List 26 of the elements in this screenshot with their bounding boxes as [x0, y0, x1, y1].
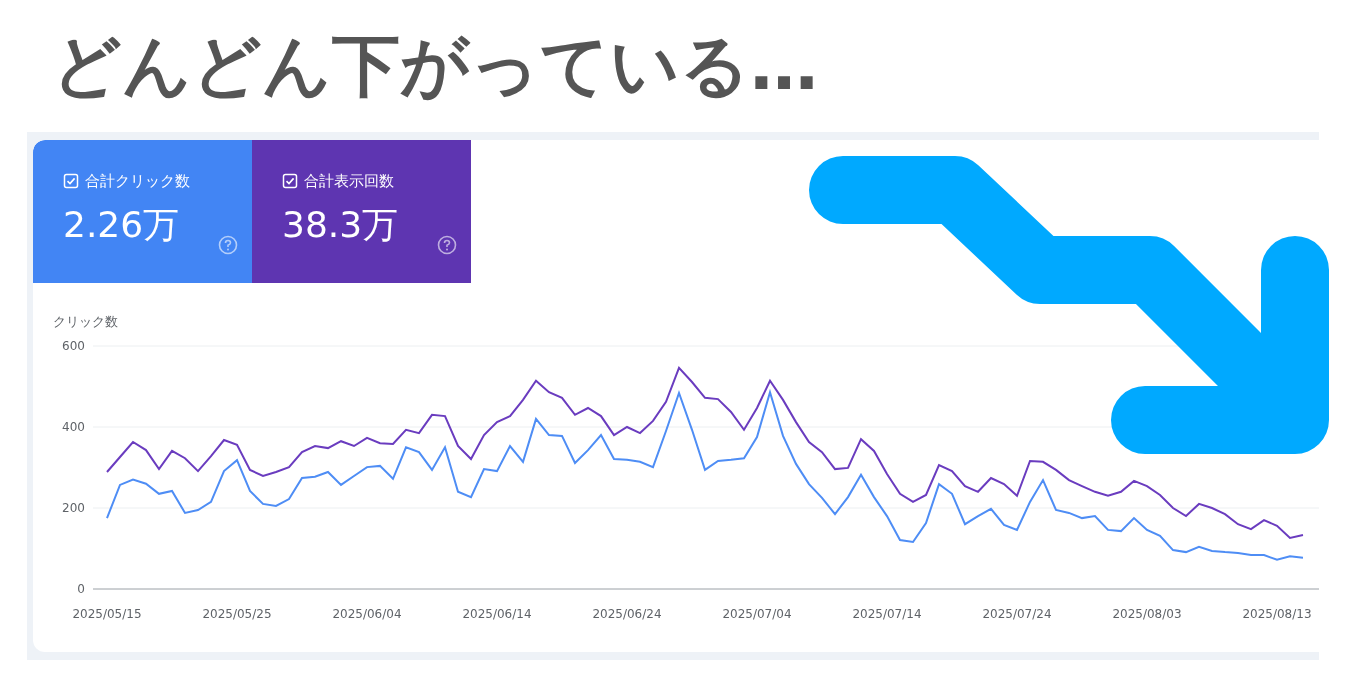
- y-tick-label: 200: [62, 501, 85, 515]
- x-tick-label: 2025/05/25: [202, 607, 272, 621]
- axis-title: クリック数: [53, 314, 118, 329]
- metric-card[interactable]: 合計表示回数 38.3万: [252, 140, 471, 283]
- y-tick-label: 400: [62, 420, 85, 434]
- y-tick-label: 0: [77, 582, 85, 596]
- x-tick-label: 2025/06/24: [592, 607, 662, 621]
- x-tick-label: 2025/08/03: [1112, 607, 1182, 621]
- x-tick-label: 2025/07/14: [852, 607, 922, 621]
- checkbox-icon[interactable]: [282, 173, 298, 190]
- x-tick-label: 2025/06/04: [332, 607, 402, 621]
- help-icon[interactable]: [218, 234, 238, 255]
- metric-value: 2.26万: [63, 206, 180, 243]
- x-tick-label: 2025/05/15: [72, 607, 142, 621]
- x-tick-label: 2025/07/04: [722, 607, 792, 621]
- metric-label: 合計クリック数: [85, 171, 190, 192]
- metric-label: 合計表示回数: [304, 171, 394, 192]
- metric-card[interactable]: 合計クリック数 2.26万: [33, 140, 252, 283]
- x-tick-label: 2025/06/14: [462, 607, 532, 621]
- y-tick-label: 600: [62, 339, 85, 353]
- checkbox-icon[interactable]: [63, 173, 79, 190]
- x-tick-label: 2025/08/13: [1242, 607, 1312, 621]
- x-tick-label: 2025/07/24: [982, 607, 1052, 621]
- headline: どんどん下がっている…: [52, 32, 818, 100]
- help-icon[interactable]: [437, 234, 457, 255]
- metric-value: 38.3万: [282, 206, 399, 243]
